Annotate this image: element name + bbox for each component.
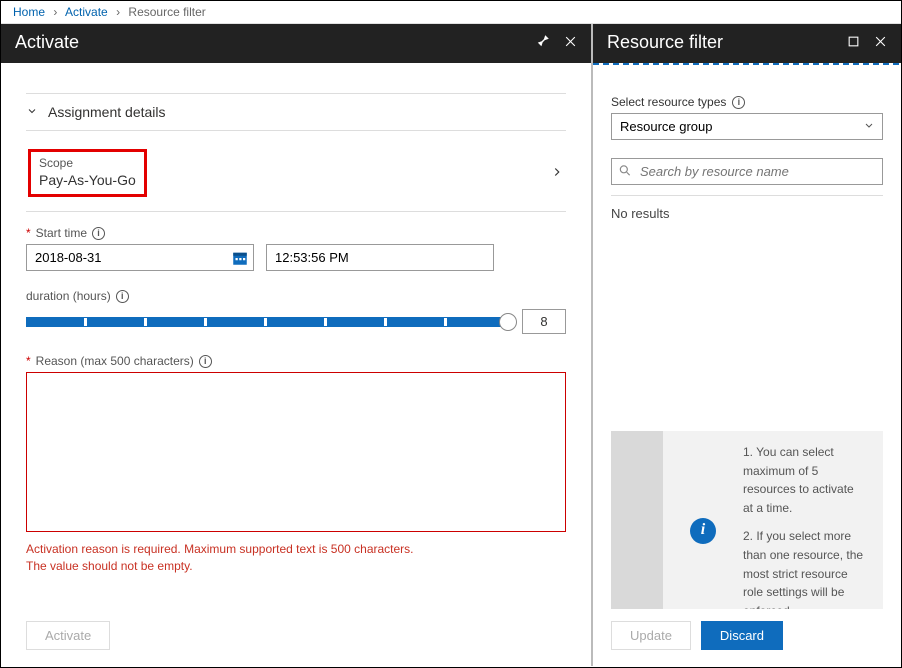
activate-panel: Activate Assignment details Scope — [1, 24, 593, 666]
panel-title: Resource filter — [607, 32, 723, 53]
search-icon — [618, 163, 632, 180]
chevron-right-icon: › — [116, 5, 120, 19]
info-icon[interactable]: i — [199, 355, 212, 368]
reason-label: Reason (max 500 characters) i — [26, 354, 566, 368]
reason-error: Activation reason is required. Maximum s… — [26, 541, 566, 576]
scope-value: Pay-As-You-Go — [39, 172, 136, 188]
reason-textarea[interactable] — [26, 372, 566, 532]
slider-thumb[interactable] — [499, 313, 517, 331]
info-icon: i — [690, 518, 716, 544]
info-icon[interactable]: i — [116, 290, 129, 303]
panel-title: Activate — [15, 32, 79, 53]
scope-row[interactable]: Scope Pay-As-You-Go — [26, 143, 566, 212]
resource-filter-panel: Resource filter Select resource types i … — [593, 24, 901, 666]
update-button[interactable]: Update — [611, 621, 691, 650]
info-text-1: 1. You can select maximum of 5 resources… — [743, 443, 867, 517]
no-results-text: No results — [611, 206, 883, 221]
duration-slider[interactable] — [26, 317, 508, 327]
breadcrumb-home[interactable]: Home — [13, 5, 45, 19]
scope-label: Scope — [39, 156, 136, 170]
calendar-icon[interactable] — [227, 245, 253, 270]
resource-search-input[interactable] — [611, 158, 883, 185]
breadcrumb-activate[interactable]: Activate — [65, 5, 108, 19]
start-date-input[interactable] — [26, 244, 254, 271]
start-time-label: Start time i — [26, 226, 566, 240]
assignment-details-toggle[interactable]: Assignment details — [26, 94, 566, 131]
info-box: i 1. You can select maximum of 5 resourc… — [611, 431, 883, 609]
resource-types-label: Select resource types i — [611, 95, 883, 109]
close-icon[interactable] — [564, 35, 577, 51]
close-icon[interactable] — [874, 35, 887, 51]
info-icon[interactable]: i — [92, 227, 105, 240]
breadcrumb: Home › Activate › Resource filter — [1, 1, 901, 24]
info-text-2: 2. If you select more than one resource,… — [743, 527, 867, 609]
info-icon[interactable]: i — [732, 96, 745, 109]
duration-value[interactable]: 8 — [522, 309, 566, 334]
duration-label: duration (hours) i — [26, 289, 566, 303]
resource-filter-header: Resource filter — [593, 24, 901, 63]
discard-button[interactable]: Discard — [701, 621, 783, 650]
activate-panel-header: Activate — [1, 24, 591, 63]
chevron-down-icon — [26, 104, 38, 120]
section-title: Assignment details — [48, 104, 166, 120]
start-time-input[interactable] — [266, 244, 494, 271]
resource-type-select[interactable]: Resource group — [611, 113, 883, 140]
breadcrumb-current: Resource filter — [128, 5, 205, 19]
chevron-right-icon — [550, 165, 564, 182]
maximize-icon[interactable] — [847, 35, 860, 51]
activate-button[interactable]: Activate — [26, 621, 110, 650]
pin-icon[interactable] — [536, 34, 550, 51]
chevron-right-icon: › — [53, 5, 57, 19]
